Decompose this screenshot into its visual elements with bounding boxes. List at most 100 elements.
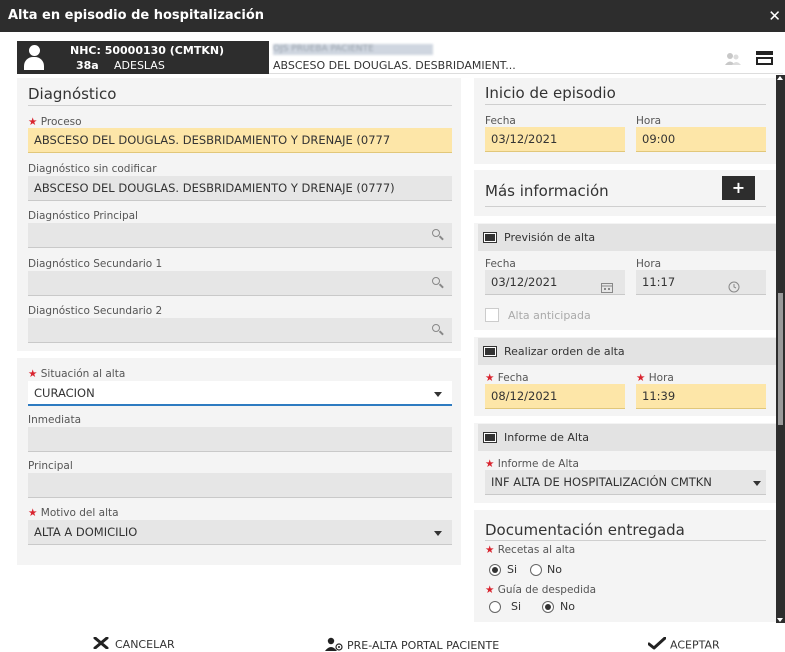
chevron-down-icon[interactable] bbox=[753, 481, 761, 486]
patient-insurer: ADESLAS bbox=[114, 59, 165, 72]
prevision-hora-label: Hora bbox=[636, 258, 662, 270]
mas-info-title: Más información bbox=[485, 182, 609, 200]
proceso-field[interactable]: ABSCESO DEL DOUGLAS. DESBRIDAMIENTO Y DR… bbox=[28, 128, 452, 153]
chevron-down-icon[interactable] bbox=[434, 392, 442, 397]
orden-fecha-label: ★ Fecha bbox=[485, 372, 529, 384]
search-icon[interactable] bbox=[432, 229, 444, 241]
recetas-no-label: No bbox=[547, 563, 562, 576]
patient-age: 38a bbox=[76, 59, 99, 72]
diag-sin-codificar-label: Diagnóstico sin codificar bbox=[28, 163, 157, 175]
prevision-hora-field[interactable]: 11:17 bbox=[636, 270, 766, 295]
patient-header: NHC: 50000130 (CMTKN) 38a ADESLAS OJS PR… bbox=[17, 41, 783, 74]
users-icon[interactable] bbox=[725, 52, 741, 66]
informe-checkbox[interactable] bbox=[483, 432, 497, 443]
inicio-hora-label: Hora bbox=[636, 115, 662, 127]
prealta-portal-button[interactable]: PRE-ALTA PORTAL PACIENTE bbox=[325, 637, 499, 652]
orden-hora-label: ★ Hora bbox=[636, 372, 674, 384]
inicio-title: Inicio de episodio bbox=[485, 84, 616, 102]
inicio-fecha-field[interactable]: 03/12/2021 bbox=[485, 127, 625, 152]
recetas-si-radio[interactable] bbox=[489, 564, 501, 576]
user-at-icon bbox=[325, 637, 343, 652]
prevision-checkbox[interactable] bbox=[483, 232, 497, 243]
alta-anticipada-checkbox[interactable] bbox=[485, 308, 499, 322]
diag-sin-codificar-field[interactable]: ABSCESO DEL DOUGLAS. DESBRIDAMIENTO Y DR… bbox=[28, 176, 452, 201]
documentacion-title: Documentación entregada bbox=[485, 521, 685, 539]
diagnostico-title: Diagnóstico bbox=[28, 85, 117, 103]
orden-fecha-field[interactable]: 08/12/2021 bbox=[485, 384, 625, 409]
recetas-label: ★ Recetas al alta bbox=[485, 544, 576, 556]
scrollbar[interactable] bbox=[776, 75, 785, 623]
guia-no-label: No bbox=[560, 600, 575, 613]
close-icon[interactable]: ✕ bbox=[768, 7, 781, 25]
window-title: Alta en episodio de hospitalización bbox=[8, 8, 265, 23]
orden-toggle[interactable]: Realizar orden de alta bbox=[478, 338, 776, 365]
informe-select[interactable]: INF ALTA DE HOSPITALIZACIÓN CMTKN bbox=[485, 470, 766, 495]
motivo-alta-label: ★ Motivo del alta bbox=[28, 507, 119, 519]
patient-id-box: NHC: 50000130 (CMTKN) 38a ADESLAS bbox=[17, 41, 269, 74]
cancel-button-label: CANCELAR bbox=[115, 638, 175, 651]
principal-field[interactable] bbox=[28, 473, 452, 498]
diagnostico-divider bbox=[28, 105, 452, 106]
prevision-fecha-value: 03/12/2021 bbox=[491, 275, 558, 289]
situacion-alta-select[interactable]: CURACION bbox=[28, 381, 452, 406]
prevision-label: Previsión de alta bbox=[504, 231, 596, 244]
situacion-alta-value: CURACION bbox=[34, 386, 95, 400]
situacion-alta-label: ★ Situación al alta bbox=[28, 368, 126, 380]
user-icon bbox=[24, 45, 44, 70]
informe-label: Informe de Alta bbox=[504, 431, 590, 444]
prevision-hora-value: 11:17 bbox=[642, 275, 676, 289]
principal-label: Principal bbox=[28, 460, 73, 472]
cancel-button[interactable]: CANCELAR bbox=[93, 636, 175, 652]
recetas-si-label: Si bbox=[507, 563, 518, 576]
diag-secundario2-field[interactable] bbox=[28, 318, 452, 343]
diag-principal-label: Diagnóstico Principal bbox=[28, 210, 138, 222]
inmediata-field[interactable] bbox=[28, 427, 452, 452]
informe-value: INF ALTA DE HOSPITALIZACIÓN CMTKN bbox=[491, 475, 712, 489]
inicio-divider bbox=[485, 104, 766, 105]
informe-field-label: ★ Informe de Alta bbox=[485, 458, 579, 470]
accept-button-label: ACEPTAR bbox=[670, 638, 720, 652]
motivo-alta-select[interactable]: ALTA A DOMICILIO bbox=[28, 520, 452, 545]
x-icon bbox=[93, 636, 109, 652]
search-icon[interactable] bbox=[432, 277, 444, 289]
plus-icon[interactable]: + bbox=[722, 176, 755, 200]
scroll-down-icon[interactable] bbox=[777, 618, 783, 622]
calendar-icon[interactable] bbox=[601, 277, 613, 294]
informe-toggle[interactable]: Informe de Alta bbox=[478, 424, 776, 451]
motivo-alta-value: ALTA A DOMICILIO bbox=[34, 525, 138, 539]
inicio-hora-field[interactable]: 09:00 bbox=[636, 127, 766, 152]
patient-diagnosis: ABSCESO DEL DOUGLAS. DESBRIDAMIENT... bbox=[273, 59, 516, 72]
diag-secundario1-field[interactable] bbox=[28, 271, 452, 296]
guia-si-radio[interactable] bbox=[489, 601, 501, 613]
mas-info-divider bbox=[485, 206, 766, 207]
recetas-no-radio[interactable] bbox=[530, 564, 542, 576]
prevision-fecha-field[interactable]: 03/12/2021 bbox=[485, 270, 625, 295]
guia-no-radio[interactable] bbox=[542, 601, 554, 613]
search-icon[interactable] bbox=[432, 324, 444, 336]
prealta-portal-label: PRE-ALTA PORTAL PACIENTE bbox=[347, 639, 500, 652]
diag-principal-field[interactable] bbox=[28, 223, 452, 248]
scrollbar-thumb[interactable] bbox=[778, 293, 783, 425]
print-icon[interactable] bbox=[756, 51, 773, 65]
check-icon bbox=[647, 636, 667, 652]
proceso-label: ★ Proceso bbox=[28, 116, 82, 128]
orden-label: Realizar orden de alta bbox=[504, 345, 625, 358]
orden-checkbox[interactable] bbox=[483, 346, 497, 357]
accept-button[interactable]: ACEPTAR bbox=[647, 636, 720, 652]
alta-anticipada-label: Alta anticipada bbox=[508, 309, 591, 322]
prevision-fecha-label: Fecha bbox=[485, 258, 516, 270]
chevron-down-icon[interactable] bbox=[434, 531, 442, 536]
prevision-toggle[interactable]: Previsión de alta bbox=[478, 224, 776, 251]
diag-secundario2-label: Diagnóstico Secundario 2 bbox=[28, 305, 163, 317]
window-title-bar: Alta en episodio de hospitalización ✕ bbox=[0, 0, 785, 32]
diag-secundario1-label: Diagnóstico Secundario 1 bbox=[28, 258, 163, 270]
patient-name-blurred: OJS PRUEBA PACIENTE bbox=[273, 44, 433, 55]
inmediata-label: Inmediata bbox=[28, 414, 82, 426]
scroll-up-icon[interactable] bbox=[777, 76, 783, 80]
guia-si-label: Si bbox=[511, 600, 522, 613]
documentacion-divider bbox=[485, 540, 766, 541]
clock-icon[interactable] bbox=[728, 277, 740, 294]
orden-hora-field[interactable]: 11:39 bbox=[636, 384, 766, 409]
guia-label: ★ Guía de despedida bbox=[485, 584, 597, 596]
patient-nhc: NHC: 50000130 (CMTKN) bbox=[70, 44, 225, 57]
